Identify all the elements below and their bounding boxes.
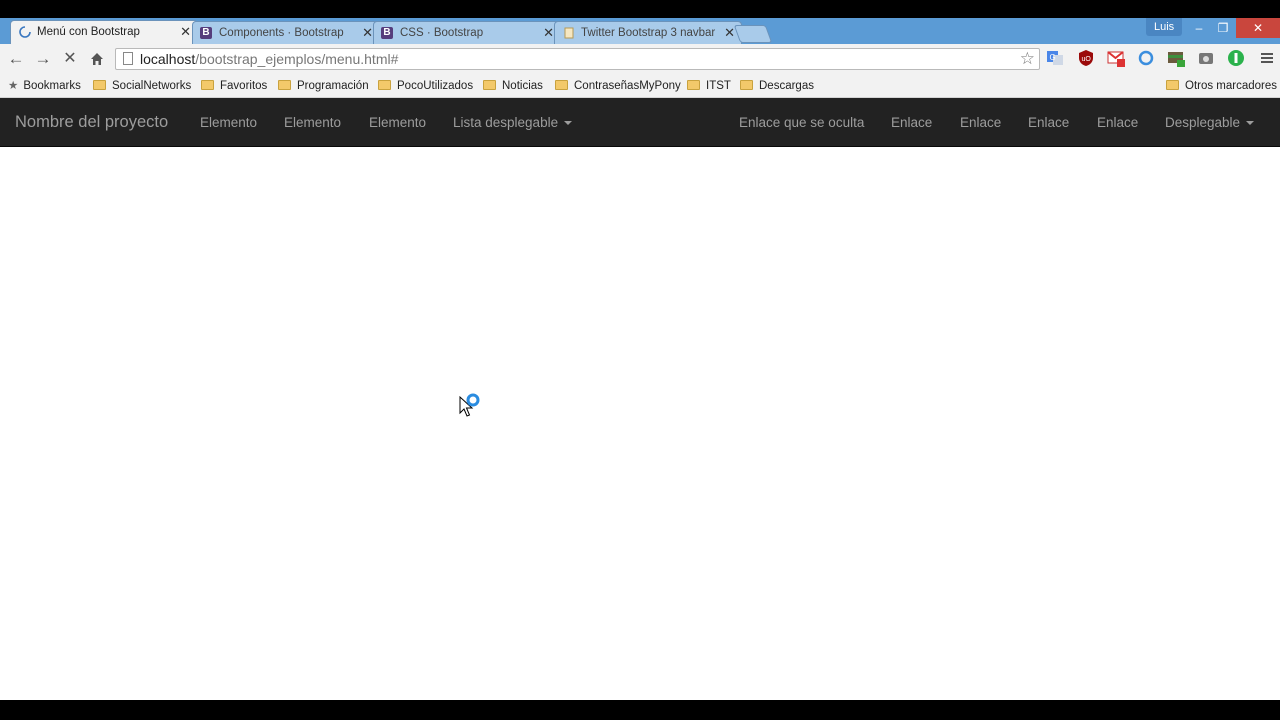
tab-close-icon[interactable]: ✕ [180,21,191,43]
caret-down-icon [1246,121,1255,126]
profile-user-button[interactable]: Luis [1146,18,1183,36]
url-text: localhost/bootstrap_ejemplos/menu.html# [140,51,399,67]
tab-components-bootstrap[interactable]: B Components · Bootstrap ✕ [192,21,380,44]
folder-icon [740,80,753,90]
address-bar[interactable]: localhost/bootstrap_ejemplos/menu.html# … [115,48,1040,70]
folder-icon [555,80,568,90]
bookmark-folder[interactable]: Noticias [483,78,543,94]
folder-icon [201,80,214,90]
folder-icon [687,80,700,90]
nav-link-enlace[interactable]: Enlace [960,98,1001,147]
folder-icon [1166,80,1179,90]
svg-text:G: G [1050,53,1056,62]
nav-link-enlace[interactable]: Enlace [1097,98,1138,147]
forward-arrow-icon[interactable]: → [32,48,54,70]
tab-menu-bootstrap[interactable]: Menú con Bootstrap ✕ [10,20,198,44]
wallet-extension-icon[interactable] [1167,49,1185,67]
ublock-extension-icon[interactable]: uO [1077,49,1095,67]
stop-loading-icon[interactable]: ✕ [59,48,81,70]
nav-link-enlace[interactable]: Enlace [891,98,932,147]
tab-twitter-bootstrap-navbar[interactable]: Twitter Bootstrap 3 navbar ✕ [554,21,742,44]
nav-link-enlace-oculta[interactable]: Enlace que se oculta [739,98,864,147]
tab-title: Components · Bootstrap [219,27,344,39]
nav-item-elemento[interactable]: Elemento [200,98,257,147]
nav-item-elemento[interactable]: Elemento [284,98,341,147]
bootstrap-icon: B [381,27,393,39]
close-window-button[interactable]: ✕ [1236,18,1280,38]
bootstrap-navbar: Nombre del proyecto Elemento Elemento El… [0,98,1280,147]
bookmark-folder[interactable]: ContraseñasMyPony [555,78,681,94]
nav-dropdown-desplegable[interactable]: Desplegable [1165,98,1255,147]
tab-close-icon[interactable]: ✕ [543,22,554,44]
bookmark-folder[interactable]: ITST [687,78,731,94]
page-viewport: Nombre del proyecto Elemento Elemento El… [0,98,1280,700]
page-info-icon[interactable] [123,52,133,65]
bookmark-folder[interactable]: PocoUtilizados [378,78,473,94]
folder-icon [278,80,291,90]
navbar-brand[interactable]: Nombre del proyecto [15,98,168,147]
other-bookmarks-folder[interactable]: Otros marcadores [1166,78,1277,94]
feedly-extension-icon[interactable] [1227,49,1245,67]
loading-spinner-icon [19,26,31,38]
tab-strip: Menú con Bootstrap ✕ B Components · Boot… [0,18,1280,44]
bookmark-folder[interactable]: Descargas [740,78,814,94]
busy-cursor-icon [459,393,480,417]
tab-title: Menú con Bootstrap [37,26,140,38]
bootstrap-icon: B [200,27,212,39]
restore-button[interactable]: ❐ [1209,18,1237,38]
tab-css-bootstrap[interactable]: B CSS · Bootstrap ✕ [373,21,561,44]
folder-icon [378,80,391,90]
bookmark-folder[interactable]: Favoritos [201,78,267,94]
menu-hamburger-icon[interactable] [1258,49,1276,67]
folder-icon [93,80,106,90]
nav-dropdown-lista-desplegable[interactable]: Lista desplegable [453,98,573,147]
nav-item-elemento[interactable]: Elemento [369,98,426,147]
star-icon: ★ [8,80,19,92]
svg-text:uO: uO [1082,56,1092,63]
bookmark-star-icon[interactable]: ☆ [1020,49,1035,69]
drive-extension-icon[interactable] [1197,49,1215,67]
back-arrow-icon[interactable]: ← [5,48,27,70]
screen-top-border [0,0,1280,18]
sync-extension-icon[interactable] [1137,49,1155,67]
translate-extension-icon[interactable]: G [1046,49,1064,67]
caret-down-icon [564,121,573,126]
home-icon[interactable] [86,48,108,70]
tab-title: CSS · Bootstrap [400,27,484,39]
bookmark-bookmarks[interactable]: ★ Bookmarks [8,78,81,94]
tab-title: Twitter Bootstrap 3 navbar [581,27,716,39]
bookmark-folder[interactable]: Programación [278,78,369,94]
page-icon [564,27,574,39]
tab-close-icon[interactable]: ✕ [362,22,373,44]
folder-icon [483,80,496,90]
new-tab-button[interactable] [733,25,773,43]
nav-link-enlace[interactable]: Enlace [1028,98,1069,147]
bookmarks-bar: ★ Bookmarks SocialNetworks Favoritos Prog… [0,74,1280,98]
screen-bottom-border [0,700,1280,720]
gmail-extension-icon[interactable] [1107,49,1125,67]
bookmark-folder[interactable]: SocialNetworks [93,78,191,94]
